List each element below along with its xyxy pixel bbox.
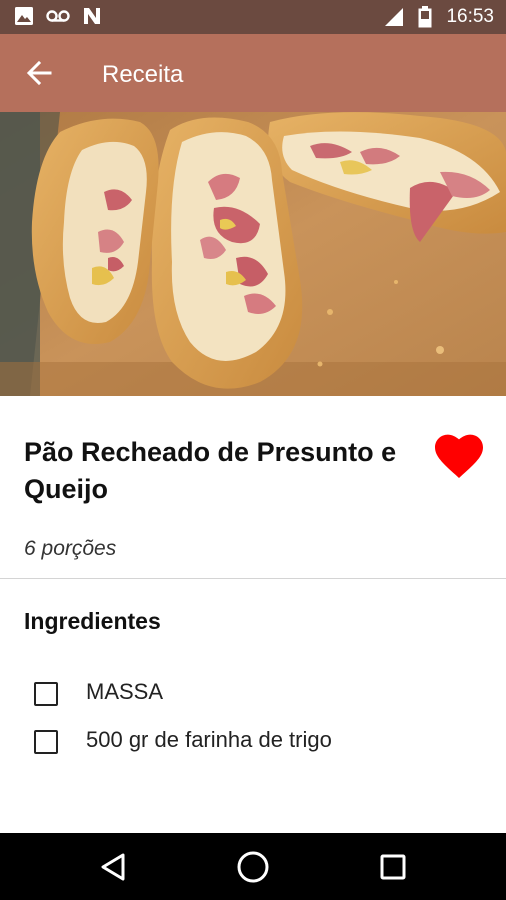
- ingredients-list: MASSA 500 gr de farinha de trigo: [0, 672, 506, 768]
- recents-square-icon: [380, 854, 406, 880]
- favorite-button[interactable]: [434, 434, 484, 480]
- ingredient-label: 500 gr de farinha de trigo: [86, 727, 332, 752]
- nav-home-button[interactable]: [233, 847, 273, 887]
- stuffed-bread-image: [0, 112, 506, 396]
- n-notification-icon: [84, 8, 100, 24]
- image-icon: [15, 7, 33, 25]
- back-button[interactable]: [22, 56, 56, 90]
- ingredient-item[interactable]: MASSA: [0, 672, 506, 720]
- status-bar: 16:53: [0, 0, 506, 34]
- recipe-title: Pão Recheado de Presunto e Queijo: [24, 437, 397, 504]
- arrow-back-icon: [26, 60, 52, 86]
- ingredient-label: MASSA: [86, 679, 164, 704]
- heart-icon: [435, 434, 483, 478]
- portions-text: 6 porções: [24, 537, 117, 560]
- voicemail-icon: [46, 10, 70, 22]
- back-triangle-icon: [101, 853, 125, 881]
- home-circle-icon: [237, 851, 269, 883]
- signal-icon: [385, 8, 404, 26]
- battery-icon: [418, 6, 432, 28]
- divider: [0, 578, 506, 579]
- status-bar-system: 16:53: [384, 5, 494, 29]
- ingredient-checkbox[interactable]: [34, 730, 58, 754]
- status-bar-notifications: [14, 6, 102, 26]
- ingredients-heading: Ingredientes: [24, 608, 161, 634]
- ingredient-checkbox[interactable]: [34, 682, 58, 706]
- nav-recents-button[interactable]: [373, 847, 413, 887]
- app-bar: Receita: [0, 34, 506, 112]
- status-time: 16:53: [446, 6, 494, 27]
- page-title: Receita: [102, 61, 184, 88]
- recipe-photo: [0, 112, 506, 396]
- nav-back-button[interactable]: [93, 847, 133, 887]
- system-nav-bar: [0, 833, 506, 900]
- ingredient-item[interactable]: 500 gr de farinha de trigo: [0, 720, 506, 768]
